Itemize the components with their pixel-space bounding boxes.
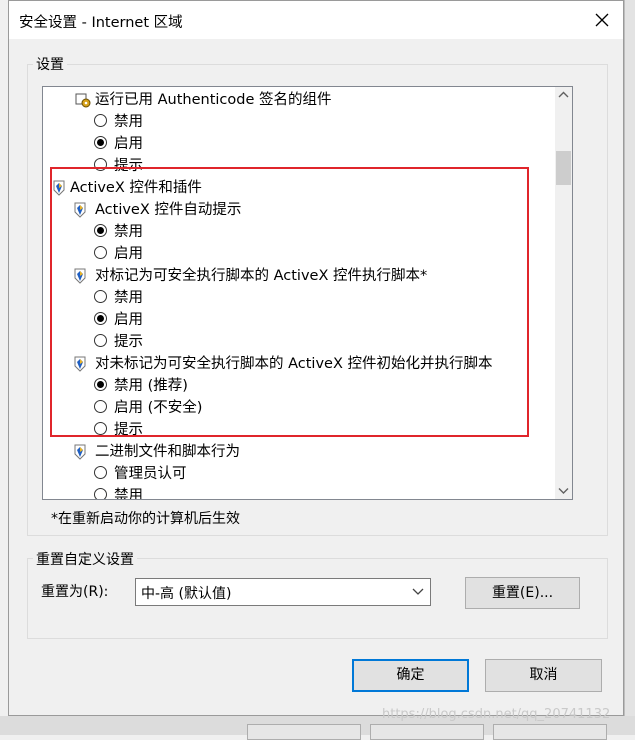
reset-button[interactable]: 重置(E)... <box>465 577 580 609</box>
reset-level-value: 中-高 (默认值) <box>141 586 232 602</box>
chevron-down-icon <box>558 488 569 494</box>
gear-icon <box>75 92 91 108</box>
setting-authenticode: 运行已用 Authenticode 签名的组件 <box>95 92 332 108</box>
shield-icon <box>53 180 65 196</box>
restart-note: *在重新启动你的计算机后生效 <box>51 511 240 527</box>
option-label[interactable]: 启用 (不安全) <box>114 397 202 419</box>
radio-binary-disable[interactable] <box>94 488 107 499</box>
settings-group-label: 设置 <box>33 54 67 74</box>
radio-auto-prompt-disable[interactable] <box>94 224 107 237</box>
option-label[interactable]: 禁用 <box>114 485 143 499</box>
radio-safe-scripting-prompt[interactable] <box>94 334 107 347</box>
option-label[interactable]: 启用 <box>114 243 143 265</box>
reset-group-label: 重置自定义设置 <box>33 549 137 569</box>
setting-binary-behaviors: 二进制文件和脚本行为 <box>95 444 240 460</box>
setting-activex-auto-prompt: ActiveX 控件自动提示 <box>95 202 242 218</box>
radio-authenticode-disable[interactable] <box>94 114 107 127</box>
radio-unsafe-init-enable[interactable] <box>94 400 107 413</box>
background-cancel-button <box>370 724 484 740</box>
setting-safe-scripting: 对标记为可安全执行脚本的 ActiveX 控件执行脚本* <box>95 268 428 284</box>
vertical-scrollbar[interactable] <box>555 87 572 499</box>
shield-icon <box>74 202 86 218</box>
option-label[interactable]: 禁用 (推荐) <box>114 375 188 397</box>
shield-icon <box>74 356 86 372</box>
scroll-up-button[interactable] <box>555 87 572 104</box>
radio-binary-admin[interactable] <box>94 466 107 479</box>
option-label[interactable]: 提示 <box>114 419 143 441</box>
reset-level-select[interactable]: 中-高 (默认值) <box>135 578 431 606</box>
close-button[interactable] <box>587 5 617 35</box>
option-label[interactable]: 禁用 <box>114 111 143 133</box>
radio-authenticode-prompt[interactable] <box>94 158 107 171</box>
shield-icon <box>74 444 86 460</box>
radio-auto-prompt-enable[interactable] <box>94 246 107 259</box>
option-label[interactable]: 禁用 <box>114 221 143 243</box>
section-activex: ActiveX 控件和插件 <box>70 180 202 196</box>
option-label[interactable]: 启用 <box>114 309 143 331</box>
option-label[interactable]: 提示 <box>114 155 143 177</box>
ok-button[interactable]: 确定 <box>352 659 469 692</box>
scroll-down-button[interactable] <box>555 482 572 499</box>
radio-authenticode-enable[interactable] <box>94 136 107 149</box>
option-label[interactable]: 提示 <box>114 331 143 353</box>
option-label[interactable]: 启用 <box>114 133 143 155</box>
chevron-down-icon <box>412 588 424 595</box>
shield-icon <box>74 268 86 284</box>
option-label[interactable]: 禁用 <box>114 287 143 309</box>
dialog-title: 安全设置 - Internet 区域 <box>19 15 183 31</box>
background-apply-button <box>493 724 607 740</box>
cancel-button[interactable]: 取消 <box>485 659 602 692</box>
title-bar: 安全设置 - Internet 区域 <box>9 1 623 39</box>
chevron-up-icon <box>558 91 569 98</box>
radio-safe-scripting-enable[interactable] <box>94 312 107 325</box>
option-label[interactable]: 管理员认可 <box>114 463 187 485</box>
watermark-text: https://blog.csdn.net/qq_20741132 <box>382 707 611 722</box>
close-icon <box>595 13 609 27</box>
reset-to-label: 重置为(R): <box>41 584 109 600</box>
radio-unsafe-init-prompt[interactable] <box>94 422 107 435</box>
radio-unsafe-init-disable[interactable] <box>94 378 107 391</box>
settings-list[interactable]: 运行已用 Authenticode 签名的组件 禁用 启用 提示 ActiveX… <box>42 86 573 500</box>
scroll-thumb[interactable] <box>556 151 571 185</box>
radio-safe-scripting-disable[interactable] <box>94 290 107 303</box>
background-window-edge <box>624 0 635 735</box>
background-ok-button <box>247 724 361 740</box>
setting-unsafe-init: 对未标记为可安全执行脚本的 ActiveX 控件初始化并执行脚本 <box>95 356 493 372</box>
